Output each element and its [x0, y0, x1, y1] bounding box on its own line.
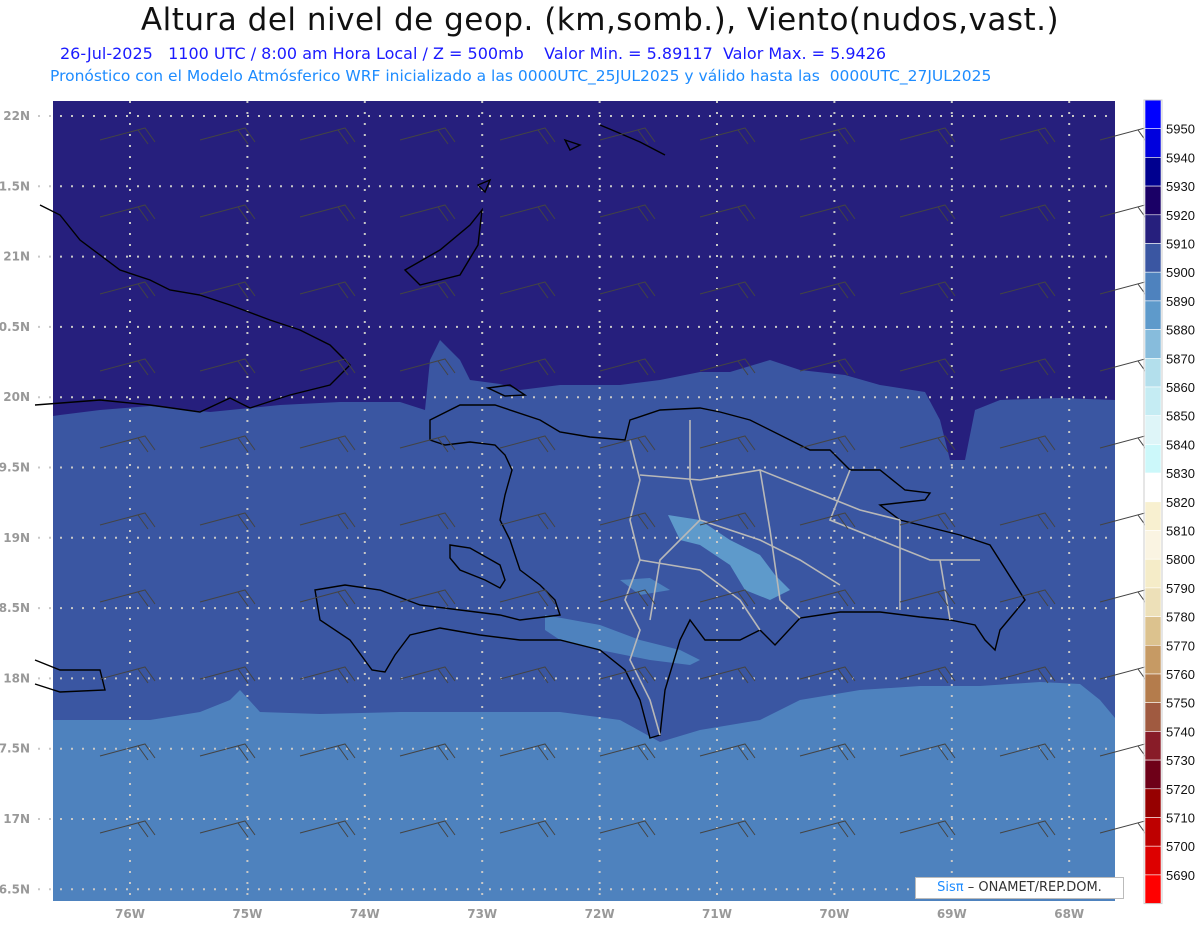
colorbar-swatch	[1144, 673, 1162, 704]
colorbar-label: 5840	[1166, 437, 1195, 452]
colorbar-swatch	[1144, 731, 1162, 761]
colorbar-swatch	[1144, 558, 1162, 589]
lon-tick-label: 68W	[1054, 907, 1084, 921]
colorbar-label: 5900	[1166, 265, 1195, 280]
max-value: Valor Max. = 5.9426	[722, 44, 887, 63]
colorbar-swatch	[1144, 243, 1162, 273]
geopotential-map: 76W 75W 74W 73W 72W 71W 70W 69W 68W 22N 1.5N 21N 0.5…	[0, 99, 1195, 921]
colorbar-swatch	[1144, 300, 1162, 330]
colorbar-swatch	[1144, 357, 1162, 388]
colorbar-swatch	[1144, 874, 1162, 904]
colorbar-label: 5810	[1166, 524, 1195, 539]
colorbar-swatch	[1144, 128, 1162, 158]
colorbar-swatch	[1144, 530, 1162, 560]
colorbar: 5950 5940 5930 5920 5910 5900 5890 5880 5870 5860…	[1143, 99, 1195, 905]
lon-tick-label: 71W	[702, 907, 732, 921]
colorbar-swatch	[1144, 329, 1162, 359]
lat-tick-label: 21N	[3, 250, 30, 264]
colorbar-label: 5830	[1166, 466, 1195, 481]
credit-box: Sisπ – ONAMET/REP.DOM.	[915, 877, 1124, 899]
lon-tick-label: 76W	[115, 907, 145, 921]
colorbar-swatch	[1144, 759, 1162, 790]
colorbar-label: 5880	[1166, 323, 1195, 338]
colorbar-label: 5750	[1166, 696, 1195, 711]
colorbar-swatch	[1144, 616, 1162, 646]
colorbar-swatch	[1144, 214, 1162, 244]
shaded-field	[53, 101, 1115, 901]
colorbar-label: 5950	[1166, 122, 1195, 137]
lon-tick-label: 72W	[585, 907, 615, 921]
lat-tick-label: 0.5N	[0, 320, 30, 334]
lat-tick-label: 18N	[3, 671, 30, 685]
lat-tick-label: 8.5N	[0, 601, 30, 615]
sispi-logo: Sisπ	[937, 880, 964, 895]
min-value: Valor Min. = 5.89117	[544, 44, 713, 63]
lat-tick-label: 22N	[3, 109, 30, 123]
colorbar-label: 5800	[1166, 552, 1195, 567]
colorbar-swatch	[1144, 271, 1162, 302]
lon-tick-label: 73W	[467, 907, 497, 921]
time-level: 1100 UTC / 8:00 am Hora Local / Z = 500m…	[168, 44, 524, 63]
colorbar-label: 5700	[1166, 839, 1195, 854]
lat-tick-label: 17N	[3, 812, 30, 826]
colorbar-swatch	[1144, 845, 1162, 876]
lon-tick-label: 75W	[232, 907, 262, 921]
lat-tick-label: 1.5N	[0, 179, 30, 193]
lat-tick-label: 19N	[3, 531, 30, 545]
map-title: Altura del nivel de geop. (km,somb.), Vi…	[140, 2, 1060, 38]
colorbar-swatch	[1144, 386, 1162, 417]
colorbar-label: 5690	[1166, 868, 1195, 883]
colorbar-swatch	[1144, 444, 1162, 474]
colorbar-label: 5740	[1166, 724, 1195, 739]
lat-tick-label: 20N	[3, 390, 30, 404]
lat-tick-label: 6.5N	[0, 882, 30, 896]
model-info-line: Pronóstico con el Modelo Atmósferico WRF…	[50, 67, 992, 85]
colorbar-label: 5890	[1166, 294, 1195, 309]
colorbar-swatch	[1144, 587, 1162, 617]
colorbar-label: 5790	[1166, 581, 1195, 596]
lon-tick-label: 69W	[937, 907, 967, 921]
colorbar-swatch	[1144, 415, 1162, 445]
colorbar-label: 5770	[1166, 638, 1195, 653]
colorbar-swatch	[1144, 501, 1162, 531]
colorbar-label: 5850	[1166, 409, 1195, 424]
colorbar-label: 5820	[1166, 495, 1195, 510]
colorbar-label: 5730	[1166, 753, 1195, 768]
colorbar-swatch	[1144, 185, 1162, 216]
colorbar-label: 5760	[1166, 667, 1195, 682]
forecast-info-line: 26-Jul-2025 1100 UTC / 8:00 am Hora Loca…	[60, 44, 886, 63]
colorbar-label: 5910	[1166, 237, 1195, 252]
date: 26-Jul-2025	[60, 44, 153, 63]
lat-tick-label: 9.5N	[0, 461, 30, 475]
colorbar-swatch	[1144, 157, 1162, 187]
colorbar-swatch	[1144, 817, 1162, 847]
colorbar-label: 5780	[1166, 610, 1195, 625]
colorbar-label: 5940	[1166, 150, 1195, 165]
credit-text: – ONAMET/REP.DOM.	[967, 880, 1102, 895]
colorbar-swatch	[1144, 99, 1162, 130]
colorbar-label: 5710	[1166, 811, 1195, 826]
colorbar-label: 5860	[1166, 380, 1195, 395]
colorbar-swatch	[1144, 788, 1162, 818]
colorbar-label: 5720	[1166, 782, 1195, 797]
colorbar-swatch	[1144, 702, 1162, 732]
colorbar-swatch	[1144, 644, 1162, 675]
lon-tick-label: 70W	[819, 907, 849, 921]
colorbar-label: 5870	[1166, 351, 1195, 366]
colorbar-label: 5920	[1166, 208, 1195, 223]
lat-tick-label: 7.5N	[0, 742, 30, 756]
lon-tick-label: 74W	[350, 907, 380, 921]
colorbar-label: 5930	[1166, 179, 1195, 194]
colorbar-swatch	[1144, 472, 1162, 503]
